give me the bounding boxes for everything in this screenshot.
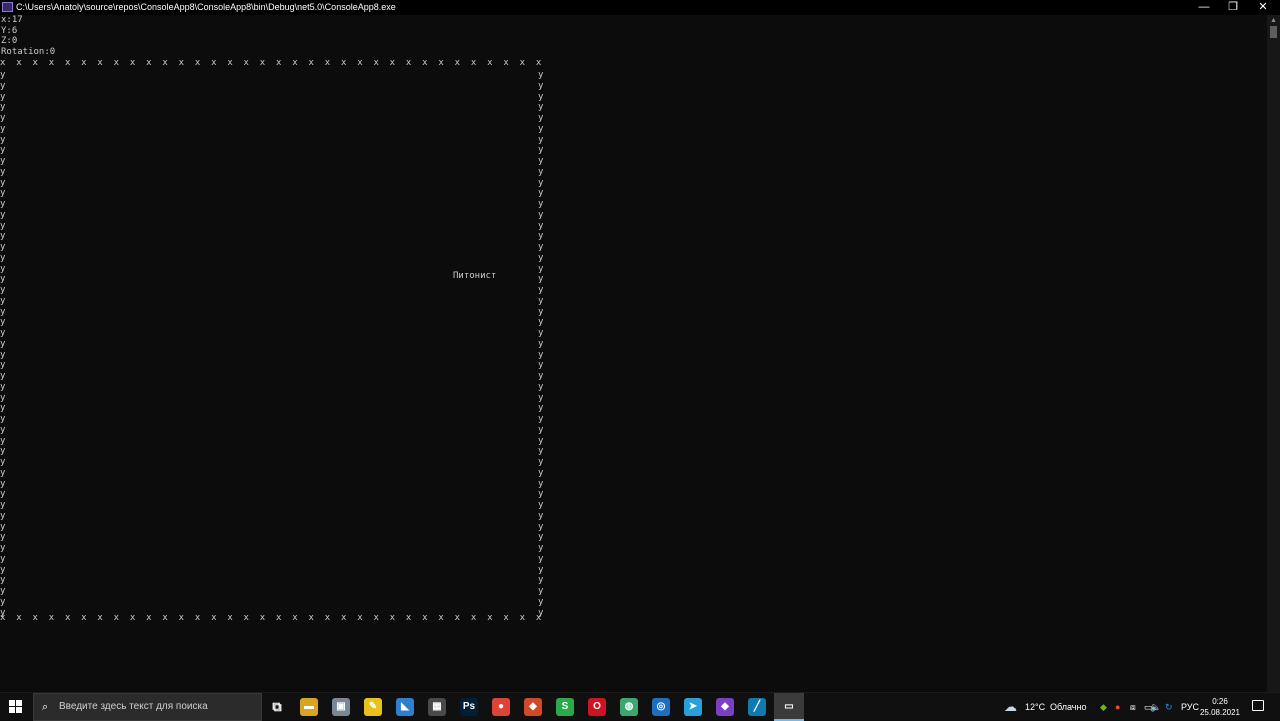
scroll-thumb[interactable] (1270, 26, 1277, 38)
taskbar-clock[interactable]: 0:26 25.08.2021 (1197, 696, 1243, 718)
opera-icon[interactable]: O (588, 698, 606, 716)
nvidia-icon[interactable]: ◆ (1100, 693, 1107, 721)
taskbar-search-box[interactable]: ⌕ Введите здесь текст для поиска (33, 693, 262, 721)
swirl-app-icon[interactable]: ◎ (652, 698, 670, 716)
tray-sync-icon[interactable]: ↻ (1165, 693, 1173, 721)
search-placeholder: Введите здесь текст для поиска (59, 701, 208, 712)
photoshop-icon[interactable]: Ps (460, 698, 478, 716)
cloud-icon[interactable]: ☁ (1004, 693, 1017, 721)
field-border-bottom: x x x x x x x x x x x x x x x x x x x x … (0, 613, 545, 623)
console-scrollbar[interactable]: ▲ (1267, 15, 1280, 692)
console-output: x:17 Y:6 Z:0 Rotation:0 x x x x x x x x … (0, 15, 1267, 692)
console-app-icon (2, 2, 13, 12)
field-border-right: y y y y y y y y y y y y y y y y y y y y … (538, 70, 544, 618)
window-titlebar[interactable]: C:\Users\Anatoly\source\repos\ConsoleApp… (0, 0, 1280, 15)
green-app-icon[interactable]: ◍ (620, 698, 638, 716)
sticky-app-icon[interactable]: ✎ (364, 698, 382, 716)
notification-center-icon[interactable] (1252, 700, 1264, 711)
blue-app-icon[interactable]: ◣ (396, 698, 414, 716)
minimize-button[interactable]: — (1190, 0, 1218, 15)
tray-show-hidden-icon[interactable]: ⧈ (1130, 693, 1136, 721)
taskbar: ⌕ Введите здесь текст для поиска ⧉ ▬ ▣ ✎ ◣ ▦ P… (0, 692, 1280, 721)
volume-icon[interactable]: 🔈 (1150, 693, 1161, 721)
console-icon[interactable]: ▭ (774, 693, 804, 721)
chrome-icon[interactable]: ● (492, 698, 510, 716)
red-app-icon[interactable]: ◆ (524, 698, 542, 716)
calculator-icon[interactable]: ▦ (428, 698, 446, 716)
scroll-up-arrow-icon[interactable]: ▲ (1270, 17, 1277, 24)
field-border-left: y y y y y y y y y y y y y y y y y y y y … (0, 70, 6, 618)
weather-condition[interactable]: Облачно (1050, 693, 1086, 721)
windows-start-icon[interactable] (9, 700, 23, 714)
window-title: C:\Users\Anatoly\source\repos\ConsoleApp… (16, 2, 396, 12)
file-explorer-icon[interactable]: ▬ (300, 698, 318, 716)
rotation-line: Rotation:0 (1, 47, 56, 57)
weather-temperature[interactable]: 12°C (1025, 693, 1045, 721)
app-grey-icon[interactable]: ▣ (332, 698, 350, 716)
field-border-top: x x x x x x x x x x x x x x x x x x x x … (0, 58, 545, 68)
search-icon: ⌕ (42, 701, 49, 713)
tray-app-icon[interactable]: ● (1115, 693, 1120, 721)
z-coordinate-line: Z:0 (1, 36, 18, 46)
clock-time: 0:26 (1212, 697, 1228, 706)
player-label: Питонист (453, 271, 497, 281)
task-view-icon[interactable]: ⧉ (268, 698, 286, 716)
clock-date: 25.08.2021 (1199, 708, 1241, 717)
visual-studio-icon[interactable]: ◆ (716, 698, 734, 716)
restore-button[interactable]: ❐ (1219, 0, 1247, 15)
x-coordinate-line: x:17 (1, 15, 23, 25)
close-button[interactable]: ✕ (1249, 0, 1277, 15)
vs-code-icon[interactable]: ╱ (748, 698, 766, 716)
telegram-icon[interactable]: ➤ (684, 698, 702, 716)
skype-like-icon[interactable]: S (556, 698, 574, 716)
